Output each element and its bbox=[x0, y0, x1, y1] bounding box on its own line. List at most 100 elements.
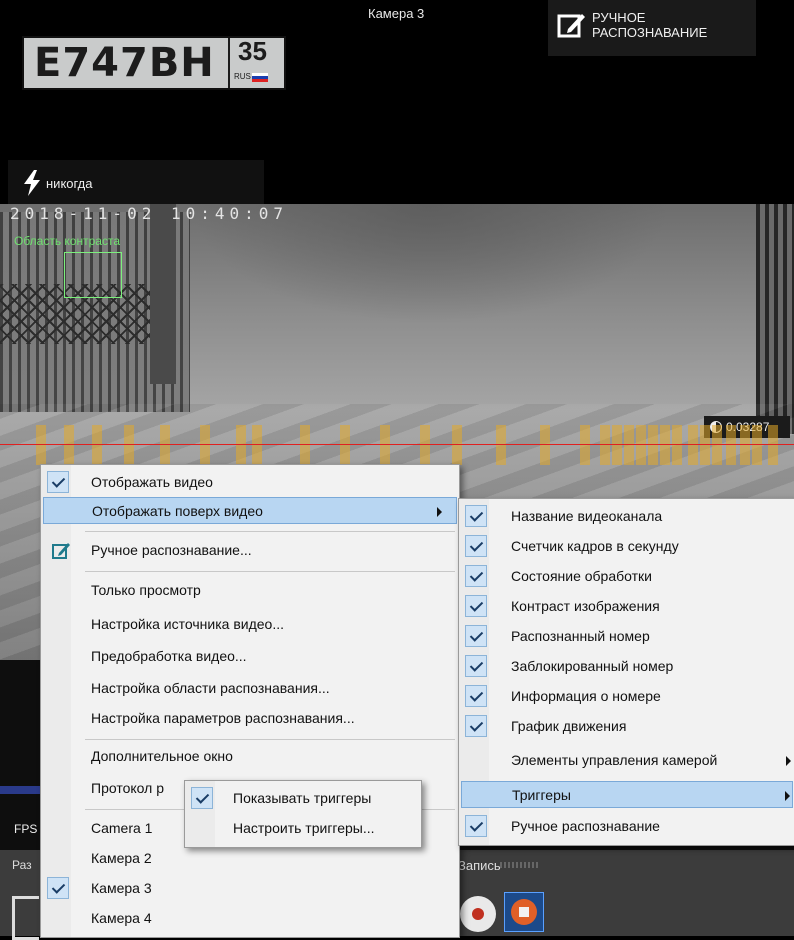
badge-line-1: РУЧНОЕ bbox=[592, 10, 646, 25]
motion-bar bbox=[752, 425, 762, 465]
record-label: Запись bbox=[458, 858, 501, 873]
motion-bar bbox=[624, 425, 634, 465]
submenu-item-number-info[interactable]: Информация о номере bbox=[461, 683, 793, 710]
menu-separator bbox=[85, 739, 455, 740]
plate-country: RUS bbox=[234, 72, 251, 81]
trigger-status: никогда bbox=[8, 160, 264, 204]
record-icon bbox=[472, 908, 484, 920]
motion-bar bbox=[496, 425, 506, 465]
layout-frame-icon[interactable] bbox=[12, 896, 39, 940]
stop-button[interactable] bbox=[504, 892, 544, 932]
submenu-item-show-triggers[interactable]: Показывать триггеры bbox=[187, 785, 419, 812]
menu-item-camera-2[interactable]: Камера 2 bbox=[43, 845, 457, 872]
edit-icon bbox=[557, 14, 585, 38]
check-icon bbox=[47, 877, 69, 899]
motion-bar bbox=[600, 425, 610, 465]
menu-item-label: Отображать поверх видео bbox=[92, 503, 263, 519]
contrast-area-label: Область контраста bbox=[14, 234, 120, 248]
camera-title: Камера 3 bbox=[368, 6, 425, 21]
menu-item-label: Состояние обработки bbox=[511, 568, 652, 584]
check-icon bbox=[465, 715, 487, 737]
motion-bar bbox=[700, 425, 710, 465]
menu-item-video-source[interactable]: Настройка источника видео... bbox=[43, 611, 457, 638]
motion-bar bbox=[420, 425, 430, 465]
menu-item-camera-3[interactable]: Камера 3 bbox=[43, 875, 457, 902]
menu-item-label: Контраст изображения bbox=[511, 598, 660, 614]
menu-item-label: Настройка источника видео... bbox=[91, 616, 284, 632]
submenu-item-triggers[interactable]: Триггеры bbox=[461, 781, 793, 808]
menu-item-view-only[interactable]: Только просмотр bbox=[43, 577, 457, 604]
submenu-item-image-contrast[interactable]: Контраст изображения bbox=[461, 593, 793, 620]
submenu-item-fps-counter[interactable]: Счетчик кадров в секунду bbox=[461, 533, 793, 560]
motion-threshold-line bbox=[0, 444, 794, 445]
menu-item-label: График движения bbox=[511, 718, 627, 734]
motion-bar bbox=[636, 425, 646, 465]
submenu-item-manual-recognition[interactable]: Ручное распознавание bbox=[461, 813, 793, 840]
context-menu: Отображать видео Отображать поверх видео… bbox=[40, 464, 460, 938]
menu-item-show-overlay[interactable]: Отображать поверх видео bbox=[43, 497, 457, 524]
toolbar-left-label: Раз bbox=[12, 858, 32, 872]
motion-bar bbox=[300, 425, 310, 465]
menu-item-label: Ручное распознавание bbox=[511, 818, 660, 834]
menu-item-label: Камера 4 bbox=[91, 910, 152, 926]
video-timestamp: 2018-11-02 10:40:07 bbox=[10, 204, 289, 223]
badge-line-2: РАСПОЗНАВАНИЕ bbox=[592, 25, 708, 40]
video-right-gate bbox=[756, 204, 794, 434]
check-icon bbox=[465, 565, 487, 587]
menu-item-label: Элементы управления камерой bbox=[511, 752, 718, 768]
submenu-item-camera-controls[interactable]: Элементы управления камерой bbox=[461, 747, 793, 774]
motion-bar bbox=[688, 425, 698, 465]
check-icon bbox=[465, 535, 487, 557]
check-icon bbox=[191, 787, 213, 809]
menu-item-label: Камера 2 bbox=[91, 850, 152, 866]
menu-item-label: Счетчик кадров в секунду bbox=[511, 538, 679, 554]
check-icon bbox=[465, 815, 487, 837]
license-plate: E747BH 35 RUS bbox=[22, 36, 286, 90]
menu-item-show-video[interactable]: Отображать видео bbox=[43, 469, 457, 496]
motion-bar bbox=[612, 425, 622, 465]
menu-item-label: Настройка области распознавания... bbox=[91, 680, 330, 696]
motion-bar bbox=[660, 425, 670, 465]
menu-item-recognition-area[interactable]: Настройка области распознавания... bbox=[43, 675, 457, 702]
menu-item-extra-window[interactable]: Дополнительное окно bbox=[43, 743, 457, 770]
menu-item-label: Триггеры bbox=[512, 787, 571, 803]
menu-item-manual-recognition[interactable]: Ручное распознавание... bbox=[43, 537, 457, 564]
submenu-item-recognized-number[interactable]: Распознанный номер bbox=[461, 623, 793, 650]
submenu-arrow-icon bbox=[785, 791, 790, 801]
motion-bar bbox=[160, 425, 170, 465]
menu-separator bbox=[85, 531, 455, 532]
contrast-area-box[interactable] bbox=[64, 252, 122, 298]
motion-bar bbox=[64, 425, 74, 465]
record-button[interactable] bbox=[460, 896, 496, 932]
plate-region: 35 RUS bbox=[228, 36, 284, 88]
motion-bar bbox=[36, 425, 46, 465]
check-icon bbox=[465, 505, 487, 527]
record-grip-icon bbox=[500, 862, 540, 868]
motion-bar bbox=[580, 425, 590, 465]
overlay-submenu: Название видеоканала Счетчик кадров в се… bbox=[458, 498, 794, 846]
menu-item-label: Дополнительное окно bbox=[91, 748, 233, 764]
plate-number: E747BH bbox=[34, 40, 215, 86]
menu-item-camera-4[interactable]: Камера 4 bbox=[43, 905, 457, 932]
russian-flag-icon bbox=[252, 73, 268, 82]
menu-item-preprocessing[interactable]: Предобработка видео... bbox=[43, 643, 457, 670]
menu-item-label: Только просмотр bbox=[91, 582, 201, 598]
motion-bar bbox=[740, 425, 750, 465]
submenu-item-motion-graph[interactable]: График движения bbox=[461, 713, 793, 740]
submenu-item-blocked-number[interactable]: Заблокированный номер bbox=[461, 653, 793, 680]
motion-bar bbox=[452, 425, 462, 465]
submenu-item-configure-triggers[interactable]: Настроить триггеры... bbox=[187, 815, 419, 842]
plate-region-code: 35 bbox=[238, 36, 267, 66]
motion-bar bbox=[648, 425, 658, 465]
motion-bar bbox=[540, 425, 550, 465]
motion-bar bbox=[124, 425, 134, 465]
motion-bar bbox=[236, 425, 246, 465]
video-gate-post bbox=[150, 204, 176, 384]
check-icon bbox=[47, 471, 69, 493]
submenu-arrow-icon bbox=[437, 507, 442, 517]
check-icon bbox=[465, 595, 487, 617]
submenu-item-processing-state[interactable]: Состояние обработки bbox=[461, 563, 793, 590]
submenu-item-channel-name[interactable]: Название видеоканала bbox=[461, 503, 793, 530]
menu-item-recognition-params[interactable]: Настройка параметров распознавания... bbox=[43, 705, 457, 732]
manual-recognition-badge[interactable]: РУЧНОЕ РАСПОЗНАВАНИЕ bbox=[548, 0, 756, 56]
